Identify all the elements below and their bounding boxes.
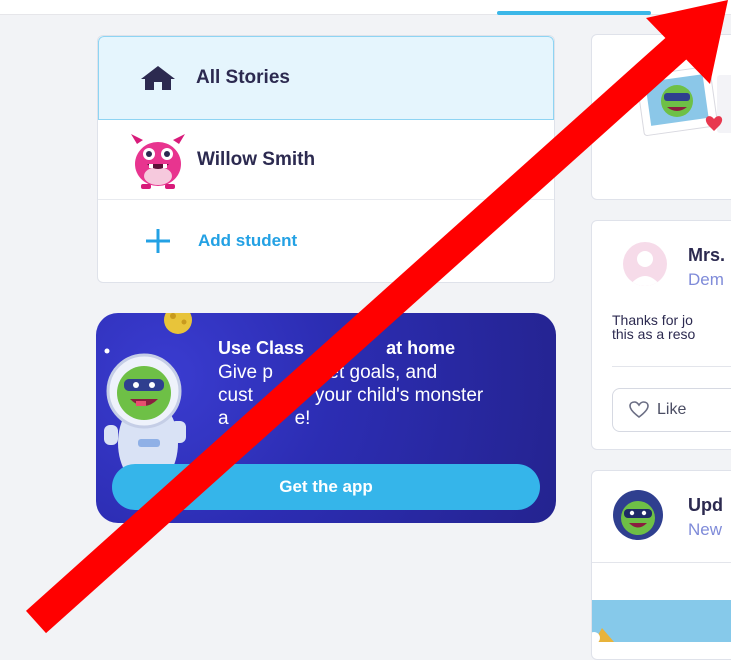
student-monster-avatar bbox=[129, 130, 187, 190]
update-divider bbox=[592, 562, 731, 563]
student-list-card: All Stories Willow Smith Add student bbox=[97, 35, 555, 283]
active-tab-indicator bbox=[497, 11, 651, 15]
promo-description: Give p set goals, and cust your child's mo… bbox=[218, 362, 484, 429]
promo-title: Use Class at home bbox=[218, 338, 456, 358]
like-label: Like bbox=[657, 401, 687, 418]
heart-icon bbox=[629, 401, 649, 419]
add-student-label: Add student bbox=[198, 231, 298, 250]
student-item-willow-smith[interactable]: Willow Smith bbox=[98, 120, 554, 200]
post-divider bbox=[612, 366, 731, 367]
like-button[interactable]: Like bbox=[612, 388, 731, 432]
plus-icon bbox=[145, 228, 171, 254]
student-name: Willow Smith bbox=[197, 148, 316, 170]
home-icon bbox=[140, 65, 177, 91]
post-body-text: Thanks for jo this as a reso bbox=[612, 312, 696, 342]
feed-photo-card bbox=[591, 34, 731, 200]
get-the-app-button[interactable]: Get the app bbox=[112, 464, 540, 510]
classdojo-monster-avatar bbox=[613, 490, 663, 540]
author-avatar bbox=[623, 242, 667, 286]
update-image bbox=[592, 600, 731, 642]
update-title: Upd bbox=[688, 495, 723, 515]
all-stories-label: All Stories bbox=[196, 67, 290, 88]
photo-collage-image bbox=[636, 66, 731, 136]
post-class-name: Dem bbox=[688, 270, 724, 289]
add-student-item[interactable]: Add student bbox=[98, 200, 554, 282]
top-nav-bar bbox=[0, 0, 731, 15]
post-author-name: Mrs. bbox=[688, 245, 726, 265]
update-subtitle: New bbox=[688, 520, 723, 539]
all-stories-item[interactable]: All Stories bbox=[98, 36, 554, 120]
